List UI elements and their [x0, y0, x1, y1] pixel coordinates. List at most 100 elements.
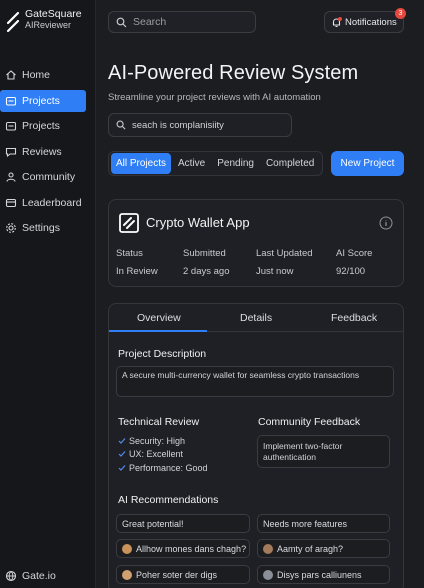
recommendation-text: Great potential! [122, 518, 184, 529]
recommendation-item[interactable]: Disys pars calliunens [257, 565, 390, 584]
app-logo-icon [119, 213, 139, 233]
recommendation-item[interactable]: Allhow mones dans chagh? [116, 539, 250, 558]
sidebar-item-label: Leaderboard [22, 196, 82, 209]
sidebar-item-label: Projects [22, 94, 60, 107]
notifications-button[interactable]: Notifications 3 [324, 8, 406, 33]
avatar [263, 543, 273, 554]
filter-all-projects[interactable]: All Projects [111, 153, 172, 174]
brand-subtitle: AIReviewer [25, 20, 72, 30]
check-item: Performance: Good [118, 461, 208, 475]
page-subtitle: Streamline your project reviews with AI … [108, 92, 321, 103]
sidebar-nav: Home Projects Projects Reviews Community… [0, 64, 96, 243]
brand-logo-icon [6, 11, 20, 33]
sidebar-item-leaderboard[interactable]: Leaderboard [0, 192, 86, 214]
description-box: A secure multi-currency wallet for seaml… [116, 366, 394, 397]
stat-label: Submitted [183, 248, 226, 259]
stat-last-updated: Last Updated Just now [256, 248, 313, 277]
main-content: Notifications 3 AI-Powered Review System… [96, 0, 424, 588]
check-label: Performance: Good [129, 462, 208, 473]
sidebar-item-label: Community [22, 171, 76, 183]
filter-tabs: All Projects Active Pending Completed [108, 151, 323, 176]
top-search-bar[interactable] [108, 11, 256, 33]
description-title: Project Description [118, 348, 207, 360]
footer-label: Gate.io [22, 570, 56, 582]
technical-review-title: Technical Review [118, 416, 200, 428]
stat-label: Status [116, 248, 143, 259]
stat-label: AI Score [336, 248, 373, 259]
sidebar-item-label: Settings [22, 222, 60, 234]
sidebar-item-projects-active[interactable]: Projects [0, 89, 86, 112]
stat-status: Status In Review [116, 248, 158, 277]
check-label: UX: Excellent [129, 449, 184, 460]
avatar [122, 569, 132, 580]
sidebar: GateSquare AIReviewer Home Projects Proj… [0, 0, 96, 588]
stat-value: 2 days ago [183, 266, 230, 277]
stat-value: Just now [256, 266, 294, 277]
home-icon [6, 70, 16, 80]
sidebar-item-label: Home [22, 69, 51, 81]
recommendation-text: Poher soter der digs [136, 569, 218, 580]
recommendation-text: Allhow mones dans chagh? [136, 543, 247, 554]
sidebar-item-settings[interactable]: Settings [0, 217, 86, 239]
technical-checks: Security: High UX: Excellent Performance… [118, 434, 208, 475]
trophy-icon [5, 198, 17, 207]
check-label: Security: High [129, 435, 186, 446]
sidebar-item-projects[interactable]: Projects [0, 115, 86, 137]
project-name: Crypto Wallet App [146, 215, 250, 230]
folder-icon [5, 121, 17, 131]
app-window: GateSquare AIReviewer Home Projects Proj… [0, 0, 424, 588]
sidebar-item-reviews[interactable]: Reviews [0, 141, 86, 163]
tab-feedback[interactable]: Feedback [331, 312, 377, 324]
sidebar-item-label: Projects [22, 120, 60, 132]
chat-icon [5, 147, 17, 157]
recommendation-item[interactable]: Needs more features [257, 514, 390, 533]
checkmark-icon [118, 451, 126, 458]
recommendation-item[interactable]: Aamty of aragh? [257, 539, 390, 558]
checkmark-icon [118, 437, 126, 444]
search-icon [116, 120, 126, 130]
page-title: AI-Powered Review System [108, 62, 359, 84]
tab-details[interactable]: Details [240, 312, 272, 324]
globe-icon [5, 570, 17, 582]
stat-label: Last Updated [256, 248, 313, 259]
stat-value: In Review [116, 266, 158, 277]
community-feedback-title: Community Feedback [258, 416, 361, 428]
stat-value: 92/100 [336, 266, 366, 277]
recommendation-item[interactable]: Poher soter der digs [116, 565, 250, 584]
active-tab-indicator [109, 330, 207, 332]
project-detail-card: Overview Details Feedback Project Descri… [108, 303, 404, 588]
project-search-input[interactable] [132, 119, 282, 131]
check-item: Security: High [118, 434, 208, 448]
recommendation-text: Needs more features [263, 518, 348, 529]
stat-submitted: Submitted 2 days ago [183, 248, 229, 277]
notifications-count-badge: 3 [395, 8, 406, 19]
notification-dot [338, 17, 342, 21]
recommendation-text: Disys pars calliunens [277, 569, 362, 580]
sidebar-item-community[interactable]: Community [0, 166, 86, 188]
brand-name: GateSquare [25, 8, 82, 20]
filter-active[interactable]: Active [173, 153, 210, 174]
project-summary-card: Crypto Wallet App Status In Review Submi… [108, 199, 404, 287]
filter-pending[interactable]: Pending [212, 153, 259, 174]
avatar [263, 569, 273, 580]
project-search-bar[interactable] [108, 113, 292, 137]
community-feedback-box: Implement two-factor authentication [257, 435, 390, 468]
brand[interactable]: GateSquare AIReviewer [6, 9, 82, 33]
search-input[interactable] [133, 16, 243, 28]
sidebar-item-home[interactable]: Home [0, 64, 86, 86]
recommendation-item[interactable]: Great potential! [116, 514, 250, 533]
sidebar-footer[interactable]: Gate.io [5, 570, 56, 582]
folder-icon [5, 96, 17, 106]
search-icon [116, 17, 127, 27]
recommendation-text: Aamty of aragh? [277, 543, 344, 554]
filter-completed[interactable]: Completed [261, 153, 319, 174]
new-project-button[interactable]: New Project [331, 151, 404, 176]
detail-tabs: Overview Details Feedback [109, 304, 403, 332]
checkmark-icon [118, 464, 126, 471]
notifications-label: Notifications [345, 16, 397, 28]
tab-overview[interactable]: Overview [137, 312, 181, 324]
info-icon[interactable] [379, 216, 393, 230]
avatar [122, 543, 132, 554]
check-item: UX: Excellent [118, 448, 208, 462]
gear-icon [6, 223, 16, 233]
